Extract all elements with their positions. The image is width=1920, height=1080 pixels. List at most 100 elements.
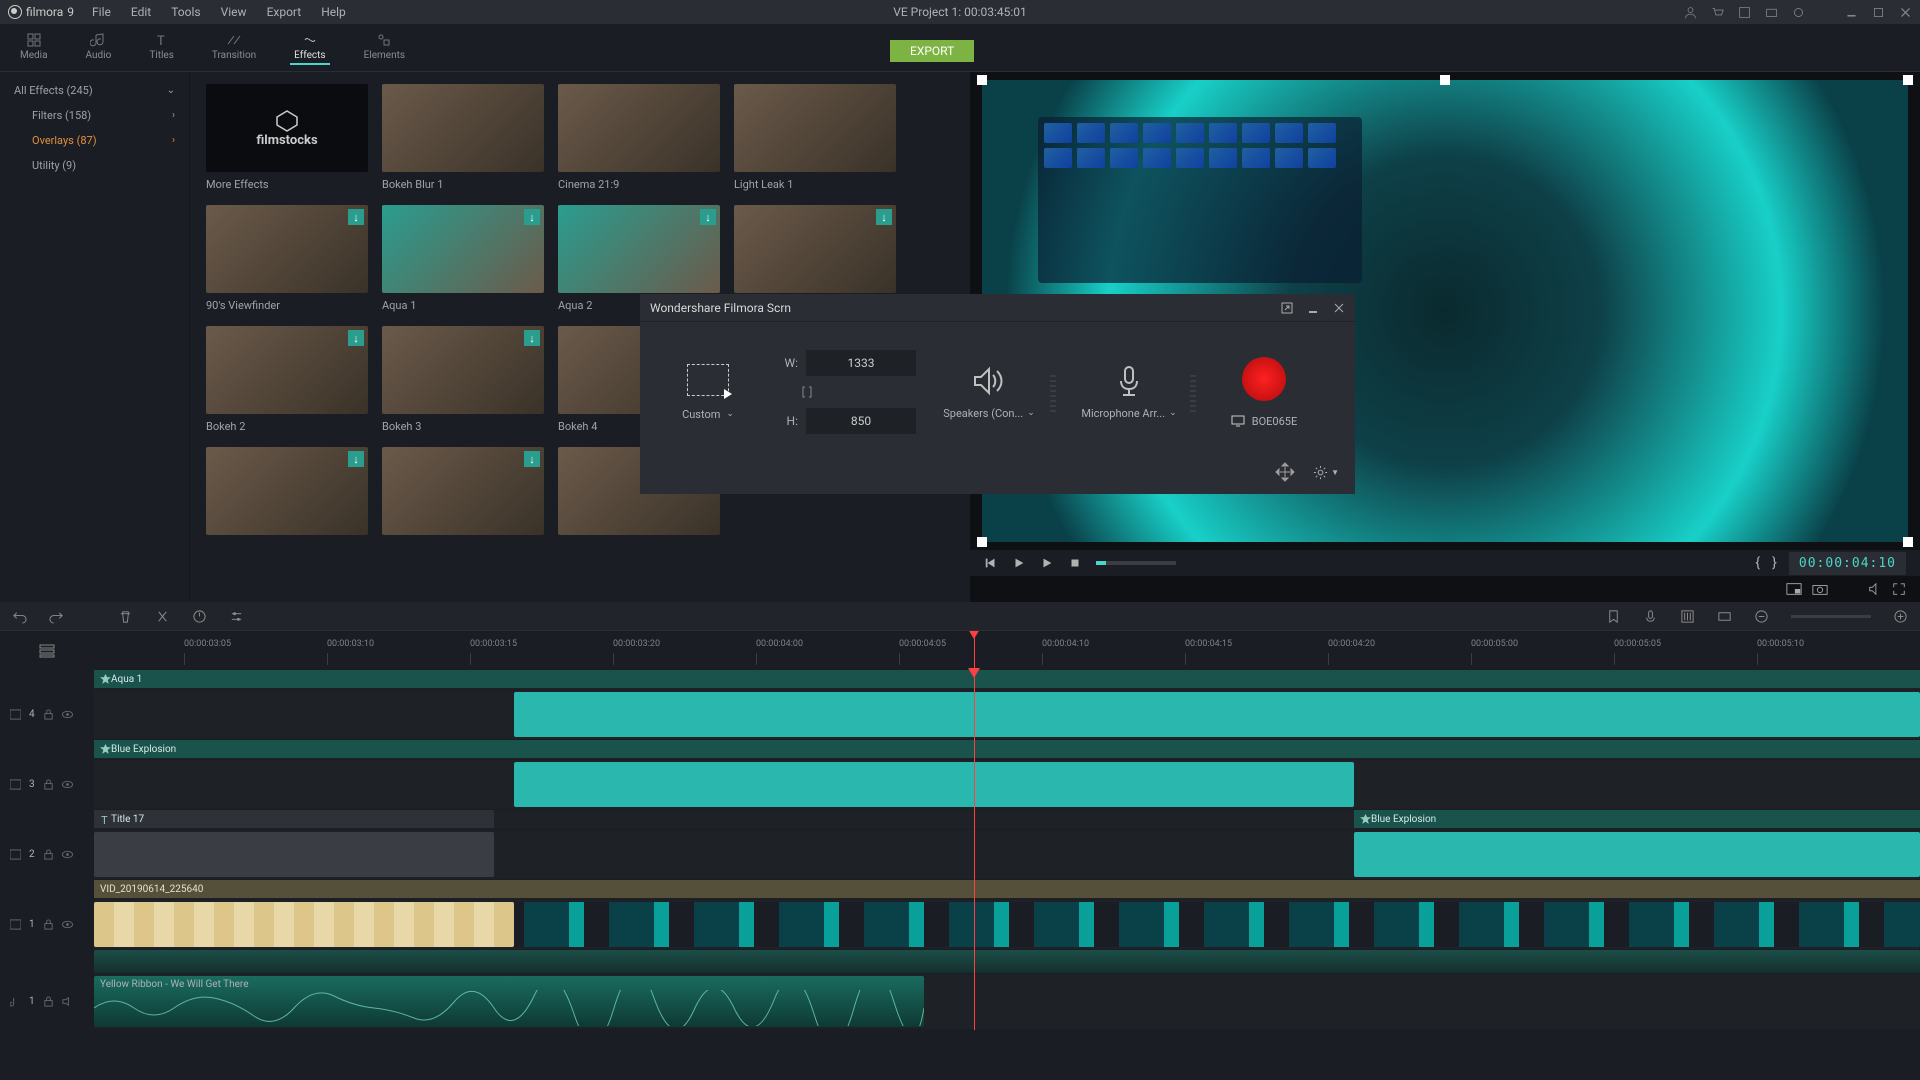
effect-card[interactable]: Bokeh Blur 1 xyxy=(382,84,544,191)
record-button[interactable] xyxy=(1242,357,1286,401)
bracket-in-icon[interactable]: { xyxy=(1755,555,1760,571)
clip-title17-header[interactable]: T Title 17 xyxy=(94,810,494,828)
clip-audio[interactable]: Yellow Ribbon - We Will Get There xyxy=(94,976,924,1027)
effect-card[interactable]: Light Leak 1 xyxy=(734,84,896,191)
cart-icon[interactable] xyxy=(1711,6,1724,19)
clip-linked-audio[interactable] xyxy=(94,950,1920,973)
lock-icon[interactable] xyxy=(43,709,54,720)
effect-card[interactable]: ↓Bokeh 3 xyxy=(382,326,544,433)
screenshot-icon[interactable] xyxy=(1765,6,1778,19)
stop-icon[interactable] xyxy=(1068,556,1082,570)
dialog-close-icon[interactable] xyxy=(1333,302,1345,314)
speaker-icon[interactable] xyxy=(62,996,73,1007)
download-icon[interactable]: ↓ xyxy=(524,451,540,467)
lock-icon[interactable] xyxy=(43,919,54,930)
clip-blue-explosion[interactable] xyxy=(514,762,1354,807)
effect-card[interactable]: ↓ xyxy=(206,447,368,541)
account-icon[interactable] xyxy=(1684,6,1697,19)
marker-icon[interactable] xyxy=(1606,609,1621,624)
effect-card[interactable]: Cinema 21:9 xyxy=(558,84,720,191)
move-handle-icon[interactable] xyxy=(1275,462,1295,482)
clip-aqua[interactable] xyxy=(514,692,1920,737)
play-icon[interactable] xyxy=(1012,556,1026,570)
speed-icon[interactable] xyxy=(192,609,207,624)
volume-slider[interactable] xyxy=(1096,561,1176,565)
sidebar-item-all[interactable]: All Effects (245)⌄ xyxy=(0,78,189,103)
sidebar-item-filters[interactable]: Filters (158)› xyxy=(0,103,189,128)
speakers-dropdown[interactable]: Speakers (Con... xyxy=(943,407,1023,420)
tab-titles[interactable]: TTitles xyxy=(145,30,178,65)
sidebar-item-overlays[interactable]: Overlays (87)› xyxy=(0,128,189,153)
lock-icon[interactable] xyxy=(43,779,54,790)
split-icon[interactable] xyxy=(155,609,170,624)
clip-title17[interactable] xyxy=(94,832,494,877)
render-preview-icon[interactable] xyxy=(1717,609,1732,624)
mute-icon[interactable] xyxy=(1868,582,1882,596)
dialog-popout-icon[interactable] xyxy=(1281,302,1293,314)
area-mode-dropdown[interactable]: Custom xyxy=(682,408,720,421)
tab-effects[interactable]: Effects xyxy=(290,30,329,65)
zoom-in-icon[interactable] xyxy=(1893,609,1908,624)
export-button[interactable]: EXPORT xyxy=(890,40,974,62)
zoom-slider[interactable] xyxy=(1791,615,1871,618)
snapshot-icon[interactable] xyxy=(1812,582,1828,596)
clip-video-thumb-b[interactable] xyxy=(514,902,1920,947)
crop-area-icon[interactable] xyxy=(687,364,729,396)
resize-handle-nw-icon[interactable] xyxy=(977,75,987,85)
clip-blue2-header[interactable]: Blue Explosion xyxy=(1354,810,1920,828)
tab-audio[interactable]: Audio xyxy=(82,30,116,65)
resize-handle-n-icon[interactable] xyxy=(1440,75,1450,85)
clip-video-thumb-a[interactable] xyxy=(94,902,514,947)
effect-card[interactable]: filmstocksMore Effects xyxy=(206,84,368,191)
track-manager-icon[interactable] xyxy=(39,644,55,658)
download-icon[interactable]: ↓ xyxy=(348,451,364,467)
voiceover-icon[interactable] xyxy=(1643,609,1658,624)
tab-elements[interactable]: Elements xyxy=(360,30,409,65)
effect-card[interactable]: ↓90's Viewfinder xyxy=(206,205,368,312)
eye-icon[interactable] xyxy=(62,919,73,930)
delete-icon[interactable] xyxy=(118,609,133,624)
download-icon[interactable]: ↓ xyxy=(700,209,716,225)
bracket-out-icon[interactable]: } xyxy=(1772,555,1777,571)
download-icon[interactable]: ↓ xyxy=(348,209,364,225)
window-minimize-icon[interactable] xyxy=(1845,6,1858,19)
pip-icon[interactable] xyxy=(1786,582,1802,596)
menu-file[interactable]: File xyxy=(92,5,111,19)
zoom-out-icon[interactable] xyxy=(1754,609,1769,624)
redo-icon[interactable] xyxy=(49,609,64,624)
clip-blue-explosion-2[interactable] xyxy=(1354,832,1920,877)
resize-handle-sw-icon[interactable] xyxy=(977,537,987,547)
download-icon[interactable]: ↓ xyxy=(524,330,540,346)
tab-media[interactable]: Media xyxy=(16,30,52,65)
lock-icon[interactable] xyxy=(43,849,54,860)
lock-icon[interactable] xyxy=(43,996,54,1007)
eye-icon[interactable] xyxy=(62,709,73,720)
window-close-icon[interactable] xyxy=(1899,6,1912,19)
playhead[interactable] xyxy=(974,631,975,670)
menu-tools[interactable]: Tools xyxy=(171,5,200,19)
dialog-minimize-icon[interactable] xyxy=(1307,302,1319,314)
eye-icon[interactable] xyxy=(62,779,73,790)
settings-dropdown[interactable]: ▼ xyxy=(1313,465,1339,480)
undo-icon[interactable] xyxy=(12,609,27,624)
notify-icon[interactable] xyxy=(1792,6,1805,19)
fullscreen-icon[interactable] xyxy=(1892,582,1906,596)
download-icon[interactable]: ↓ xyxy=(348,330,364,346)
step-back-icon[interactable] xyxy=(984,556,998,570)
menu-view[interactable]: View xyxy=(221,5,247,19)
menu-help[interactable]: Help xyxy=(321,5,346,19)
tab-transition[interactable]: Transition xyxy=(208,30,260,65)
clip-video-header[interactable]: VID_20190614_225640 xyxy=(94,880,1920,898)
download-icon[interactable]: ↓ xyxy=(524,209,540,225)
menu-export[interactable]: Export xyxy=(267,5,302,19)
effect-card[interactable]: ↓Bokeh 2 xyxy=(206,326,368,433)
clip-aqua-header[interactable]: Aqua 1 xyxy=(94,670,1920,688)
sidebar-item-utility[interactable]: Utility (9) xyxy=(0,153,189,178)
save-icon[interactable] xyxy=(1738,6,1751,19)
resize-handle-ne-icon[interactable] xyxy=(1903,75,1913,85)
effect-card[interactable]: ↓Aqua 1 xyxy=(382,205,544,312)
mixer-icon[interactable] xyxy=(1680,609,1695,624)
menu-edit[interactable]: Edit xyxy=(131,5,151,19)
mic-dropdown[interactable]: Microphone Arr... xyxy=(1081,407,1165,420)
play-from-icon[interactable] xyxy=(1040,556,1054,570)
